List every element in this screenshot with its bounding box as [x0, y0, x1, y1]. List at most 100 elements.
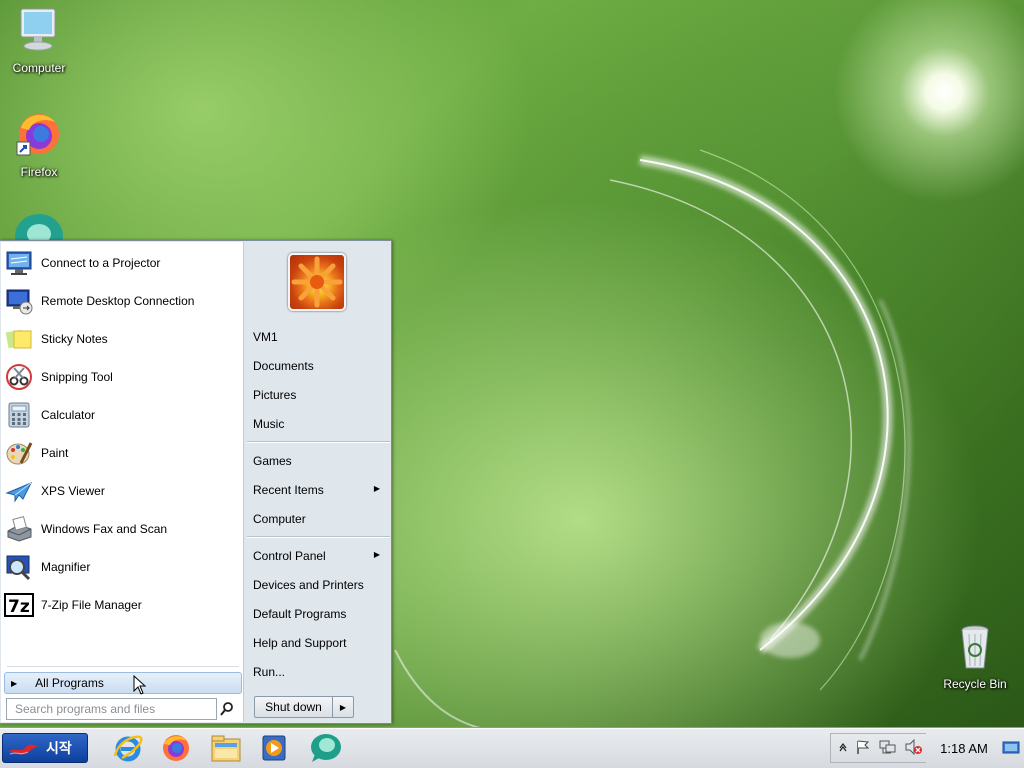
mouse-cursor-icon [133, 675, 147, 695]
devices-printers-label: Devices and Printers [253, 578, 364, 592]
computer-label: Computer [253, 512, 306, 526]
program-xps-viewer[interactable]: XPS Viewer [3, 473, 241, 509]
speaker-muted-icon [905, 738, 922, 755]
xps-viewer-icon [3, 475, 35, 507]
taskbar-firefox[interactable] [158, 731, 194, 765]
7zip-icon: 7z [3, 589, 35, 621]
program-magnifier[interactable]: Magnifier [3, 549, 241, 585]
places-run[interactable]: Run... [253, 660, 386, 684]
help-support-label: Help and Support [253, 636, 347, 650]
computer-icon [20, 8, 56, 51]
program-windows-fax-scan[interactable]: Windows Fax and Scan [3, 511, 241, 547]
desktop-icon-computer[interactable]: Computer [0, 6, 78, 75]
places-separator [247, 441, 390, 442]
program-label: Sticky Notes [41, 332, 108, 346]
program-label: Remote Desktop Connection [41, 294, 195, 308]
program-label: Paint [41, 446, 69, 460]
shutdown-options-button[interactable]: ▶ [333, 697, 353, 717]
desktop-icon-recycle-bin[interactable]: Recycle Bin [936, 624, 1014, 691]
chevron-right-icon: ▶ [373, 550, 380, 559]
music-label: Music [253, 417, 285, 431]
places-games[interactable]: Games [253, 449, 386, 473]
file-explorer-icon [211, 735, 241, 762]
paint-palette-icon [3, 437, 35, 469]
scissors-icon [3, 361, 35, 393]
documents-label: Documents [253, 359, 314, 373]
taskbar-media-player[interactable] [256, 731, 292, 765]
show-desktop-button[interactable] [1002, 741, 1020, 755]
places-separator [247, 536, 390, 537]
network-icon[interactable] [879, 739, 897, 758]
program-calculator[interactable]: Calculator [3, 397, 241, 433]
taskbar-file-explorer[interactable] [208, 731, 244, 765]
places-pictures[interactable]: Pictures [253, 383, 386, 407]
places-documents[interactable]: Documents [253, 354, 386, 378]
places-recent-items[interactable]: Recent Items ▶ [253, 478, 386, 502]
start-logo-icon [8, 744, 38, 755]
flower-icon [291, 256, 343, 308]
places-computer[interactable]: Computer [253, 507, 386, 531]
program-label: XPS Viewer [41, 484, 105, 498]
program-sticky-notes[interactable]: Sticky Notes [3, 321, 241, 357]
control-panel-label: Control Panel [253, 549, 326, 563]
network-icon-glyph [879, 740, 896, 753]
program-label: Snipping Tool [41, 370, 113, 384]
chevron-right-icon: ▶ [339, 702, 347, 712]
program-label: 7-Zip File Manager [41, 598, 142, 612]
desktop-icon-firefox[interactable]: Firefox [0, 110, 78, 179]
program-snipping-tool[interactable]: Snipping Tool [3, 359, 241, 395]
places-help-support[interactable]: Help and Support [253, 631, 386, 655]
firefox-icon [16, 114, 59, 156]
all-programs-button[interactable]: ▶ All Programs [4, 672, 242, 694]
internet-explorer-icon [113, 735, 143, 762]
chevron-up-icon [839, 742, 847, 751]
chevron-right-icon: ▶ [373, 484, 380, 493]
program-connect-to-projector[interactable]: Connect to a Projector [3, 245, 241, 281]
user-avatar[interactable] [288, 253, 346, 311]
places-music[interactable]: Music [253, 412, 386, 436]
program-label: Calculator [41, 408, 96, 422]
program-paint[interactable]: Paint [3, 435, 241, 471]
magnifier-icon [3, 551, 35, 583]
games-label: Games [253, 454, 292, 468]
default-programs-label: Default Programs [253, 607, 347, 621]
places-user[interactable]: VM1 [253, 325, 386, 349]
program-remote-desktop[interactable]: Remote Desktop Connection [3, 283, 241, 319]
firefox-icon [163, 735, 189, 761]
places-devices-printers[interactable]: Devices and Printers [253, 573, 386, 597]
start-menu: Connect to a Projector Remote Desktop Co… [0, 240, 392, 724]
show-hidden-icons-button[interactable] [839, 742, 847, 755]
shutdown-button[interactable]: Shut down [255, 697, 333, 717]
notification-area [830, 733, 926, 763]
chevron-right-icon: ▶ [11, 678, 18, 688]
places-control-panel[interactable]: Control Panel ▶ [253, 544, 386, 568]
places-default-programs[interactable]: Default Programs [253, 602, 386, 626]
app-bubble-icon [15, 214, 63, 258]
start-menu-places-pane: VM1 Documents Pictures Music Games Recen… [245, 242, 390, 722]
program-label: Magnifier [41, 560, 91, 574]
taskbar-clock[interactable]: 1:18 AM [926, 741, 1002, 756]
remote-desktop-icon [3, 285, 35, 317]
taskbar-app-bubble[interactable] [308, 731, 344, 765]
all-programs-label: All Programs [35, 676, 104, 690]
recent-items-label: Recent Items [253, 483, 324, 497]
app-bubble-icon [311, 734, 341, 762]
flag-icon [857, 740, 870, 754]
taskbar-ie[interactable] [110, 731, 146, 765]
action-center-icon[interactable] [855, 739, 871, 758]
start-button[interactable]: 시작 [2, 733, 88, 763]
desktop-icon-label: Firefox [20, 165, 58, 179]
fax-scanner-icon [3, 513, 35, 545]
start-menu-programs-pane: Connect to a Projector Remote Desktop Co… [1, 242, 244, 722]
volume-muted-icon[interactable] [905, 738, 923, 758]
search-input[interactable]: Search programs and files [6, 698, 217, 720]
media-player-icon [262, 735, 286, 761]
desktop-icon-label: Recycle Bin [943, 677, 1007, 691]
svg-text:7z: 7z [8, 597, 30, 617]
pictures-label: Pictures [253, 388, 297, 402]
recycle-bin-icon [961, 625, 989, 669]
search-icon[interactable] [219, 701, 235, 717]
run-label: Run... [253, 665, 286, 679]
programs-separator [7, 666, 239, 667]
program-7zip[interactable]: 7z 7-Zip File Manager [3, 587, 241, 623]
